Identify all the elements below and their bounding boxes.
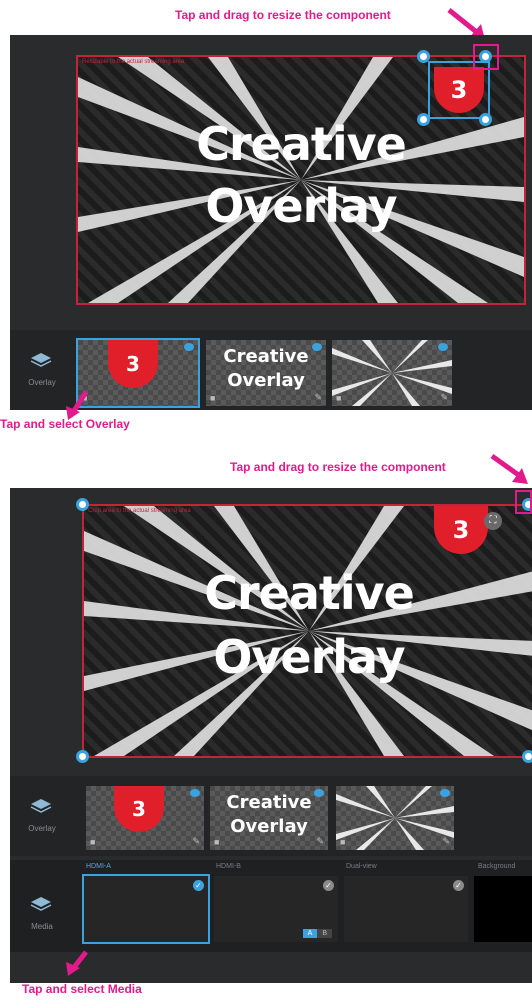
check-icon: ✓ xyxy=(453,880,464,891)
pencil-icon[interactable]: ✎ xyxy=(440,392,448,403)
resize-handle-bottom-right[interactable] xyxy=(479,113,492,126)
pencil-icon[interactable]: ✎ xyxy=(192,836,200,847)
layers-icon xyxy=(30,353,52,367)
preview-stage-media[interactable]: Creative Overlay Crop area to the actual… xyxy=(82,504,532,758)
trash-icon[interactable]: ■ xyxy=(336,393,341,403)
media-thumb-dual-view[interactable]: ✓ xyxy=(344,876,468,942)
check-icon: ✓ xyxy=(323,880,334,891)
overlay-tray-label: Overlay xyxy=(28,378,56,387)
layers-icon xyxy=(30,799,52,813)
thumb-text-line1: Creative xyxy=(223,346,309,367)
resize-handle-bottom-left[interactable] xyxy=(76,750,89,763)
media-thumb-background[interactable] xyxy=(474,876,532,942)
preview-stage[interactable]: Creative Overlay Resizable to the actual… xyxy=(76,55,526,305)
check-icon: ✓ xyxy=(193,880,204,891)
trash-icon[interactable]: ■ xyxy=(340,837,345,847)
rays-thumbnail xyxy=(336,786,454,850)
overlay-tray-label: Overlay xyxy=(28,824,56,833)
arrow-icon xyxy=(490,453,528,484)
pencil-icon[interactable]: ✎ xyxy=(442,836,450,847)
thumb-text-line2: Overlay xyxy=(227,370,305,391)
stage-hint: Resizable to the actual streaming area xyxy=(82,59,185,65)
trash-icon[interactable]: ■ xyxy=(214,837,219,847)
overlay-tray: Overlay 3 ■ ✎ Creative Overlay ■ ✎ ■ ✎ xyxy=(10,776,532,856)
annotation-bottom-resize: Tap and drag to resize the component xyxy=(230,460,446,474)
pencil-icon[interactable]: ✎ xyxy=(316,836,324,847)
badge-number: 3 xyxy=(434,67,484,113)
media-tray: Media HDMI-A ✓ HDMI-B ✓ A B Dual-view ✓ … xyxy=(10,860,532,952)
resize-handle-bottom-right[interactable] xyxy=(522,750,532,763)
stage-hint: Crop area to the actual streaming area xyxy=(88,508,191,514)
editor-panel-top: Creative Overlay Resizable to the actual… xyxy=(10,35,532,410)
ab-switch-b[interactable]: B xyxy=(317,929,332,938)
annotation-select-overlay: Tap and select Overlay xyxy=(0,417,130,431)
resize-highlight xyxy=(473,44,499,70)
overlay-text-line2: Overlay xyxy=(205,179,397,233)
media-thumb-hdmi-a[interactable]: ✓ xyxy=(82,874,210,944)
trash-icon[interactable]: ■ xyxy=(210,393,215,403)
eye-icon[interactable] xyxy=(312,343,322,351)
thumb-badge-number: 3 xyxy=(108,340,158,388)
ab-switch[interactable]: A B xyxy=(302,929,332,938)
overlay-thumb-rays[interactable]: ■ ✎ xyxy=(336,786,454,850)
resize-highlight xyxy=(515,490,532,514)
thumb-badge-number: 3 xyxy=(114,786,164,832)
media-thumb-hdmi-b[interactable]: ✓ A B xyxy=(214,876,338,942)
resize-handle-bottom-left[interactable] xyxy=(417,113,430,126)
resize-handle-top-left[interactable] xyxy=(76,498,89,511)
resize-handle-top-left[interactable] xyxy=(417,50,430,63)
media-tray-label: Media xyxy=(31,922,53,931)
eye-icon[interactable] xyxy=(438,343,448,351)
overlay-text-line2: Overlay xyxy=(213,630,405,684)
ab-switch-a[interactable]: A xyxy=(302,929,318,938)
arrow-icon xyxy=(66,950,88,976)
crop-icon[interactable]: ⛶ xyxy=(484,512,502,530)
eye-icon[interactable] xyxy=(190,789,200,797)
media-source-label: HDMI-A xyxy=(86,863,111,870)
media-source-label: Background xyxy=(478,863,516,870)
overlay-thumb-text[interactable]: Creative Overlay ■ ✎ xyxy=(210,786,328,850)
overlay-text-line1: Creative xyxy=(196,117,407,171)
media-source-label: Dual-view xyxy=(346,863,377,870)
editor-panel-bottom: Creative Overlay Crop area to the actual… xyxy=(10,488,532,983)
thumb-text-line2: Overlay xyxy=(230,816,308,837)
eye-icon[interactable] xyxy=(184,343,194,351)
trash-icon[interactable]: ■ xyxy=(90,837,95,847)
pencil-icon[interactable]: ✎ xyxy=(314,392,322,403)
layers-icon xyxy=(30,897,52,911)
overlay-text-line1: Creative xyxy=(204,566,415,620)
overlay-thumb-rays[interactable]: ■ ✎ xyxy=(332,340,452,406)
thumb-text-line1: Creative xyxy=(226,792,312,813)
eye-icon[interactable] xyxy=(314,789,324,797)
overlay-thumb-badge[interactable]: 3 ■ xyxy=(76,338,200,408)
overlay-thumb-badge[interactable]: 3 ■ ✎ xyxy=(86,786,204,850)
eye-icon[interactable] xyxy=(440,789,450,797)
annotation-top-resize: Tap and drag to resize the component xyxy=(175,8,391,22)
overlay-thumb-text[interactable]: Creative Overlay ■ ✎ xyxy=(206,340,326,406)
annotation-select-media: Tap and select Media xyxy=(22,982,142,996)
media-source-label: HDMI-B xyxy=(216,863,241,870)
rays-thumbnail xyxy=(332,340,452,406)
